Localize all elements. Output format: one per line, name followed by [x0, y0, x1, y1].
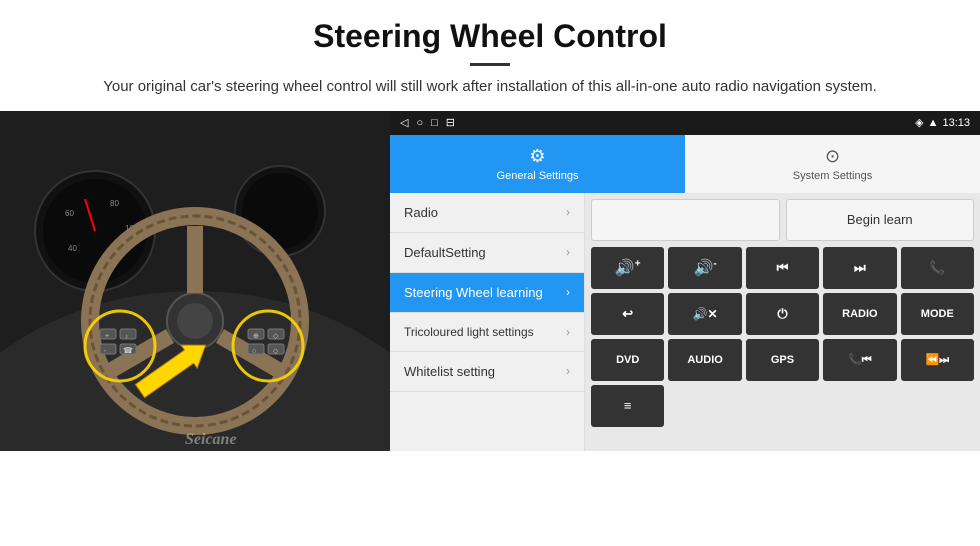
gps-button[interactable]: GPS [746, 339, 819, 381]
main-content: 60 80 100 40 [0, 111, 980, 451]
power-button[interactable]: ⏻ [746, 293, 819, 335]
chevron-icon: › [566, 364, 570, 378]
dvd-button[interactable]: DVD [591, 339, 664, 381]
vol-down-icon: 🔊- [693, 258, 716, 278]
prev-track-button[interactable]: ⏮ [746, 247, 819, 289]
back-call-button[interactable]: ↩ [591, 293, 664, 335]
home-nav-icon[interactable]: ○ [416, 117, 423, 129]
gps-label: GPS [771, 354, 794, 366]
call-prev-icon: 📞⏮ [848, 353, 872, 367]
chevron-icon: › [566, 325, 570, 339]
rew-fwd-button[interactable]: ⏪⏭ [901, 339, 974, 381]
tab-bar: ⚙ General Settings ⊙ System Settings [390, 135, 980, 193]
top-row: Begin learn [591, 199, 974, 241]
chevron-icon: › [566, 285, 570, 299]
svg-text:Seicane: Seicane [185, 431, 237, 448]
back-nav-icon[interactable]: ◁ [400, 116, 408, 129]
menu-item-tricoloured[interactable]: Tricoloured light settings › [390, 313, 584, 352]
mode-button[interactable]: MODE [901, 293, 974, 335]
left-menu: Radio › DefaultSetting › Steering Wheel … [390, 193, 585, 451]
mute-button[interactable]: 🔊✕ [668, 293, 741, 335]
svg-text:○: ○ [252, 348, 256, 355]
tab-system-settings[interactable]: ⊙ System Settings [685, 135, 980, 193]
vol-down-button[interactable]: 🔊- [668, 247, 741, 289]
right-controls: Begin learn 🔊+ 🔊- ⏮ [585, 193, 980, 451]
menu-tricoloured-label: Tricoloured light settings [404, 325, 534, 339]
mode-label: MODE [921, 308, 954, 320]
radio-label: RADIO [842, 308, 877, 320]
tab-general-settings[interactable]: ⚙ General Settings [390, 135, 685, 193]
next-track-button[interactable]: ⏭ [823, 247, 896, 289]
mute-icon: 🔊✕ [693, 307, 718, 321]
svg-text:⊕: ⊕ [253, 333, 259, 340]
chevron-icon: › [566, 205, 570, 219]
time-display: 13:13 [942, 117, 970, 129]
svg-text:60: 60 [65, 209, 74, 218]
prev-icon: ⏮ [777, 260, 789, 276]
recents-nav-icon[interactable]: □ [431, 117, 438, 129]
controls-grid: 🔊+ 🔊- ⏮ ⏭ 📞 [591, 247, 974, 427]
gps-icon: ◈ [915, 116, 923, 129]
tab-general-label: General Settings [497, 170, 579, 182]
dvd-label: DVD [616, 354, 639, 366]
svg-text:◇: ◇ [273, 348, 279, 355]
menu-radio-label: Radio [404, 205, 438, 220]
menu-item-steering-wheel[interactable]: Steering Wheel learning › [390, 273, 584, 313]
tab-system-label: System Settings [793, 170, 872, 182]
rew-fwd-icon: ⏪⏭ [925, 353, 949, 367]
page-container: Steering Wheel Control Your original car… [0, 0, 980, 451]
call-prev-button[interactable]: 📞⏮ [823, 339, 896, 381]
app-nav-icon[interactable]: ⊟ [446, 116, 455, 129]
begin-learn-button[interactable]: Begin learn [786, 199, 975, 241]
header-section: Steering Wheel Control Your original car… [0, 0, 980, 111]
svg-text:80: 80 [110, 199, 119, 208]
android-panel: ◁ ○ □ ⊟ ◈ ▲ 13:13 ⚙ General Settings [390, 111, 980, 451]
wifi-icon: ▲ [928, 117, 939, 129]
menu-item-default-setting[interactable]: DefaultSetting › [390, 233, 584, 273]
menu-default-label: DefaultSetting [404, 245, 486, 260]
general-settings-icon: ⚙ [529, 146, 545, 167]
vol-up-icon: 🔊+ [615, 258, 641, 278]
menu-steering-label: Steering Wheel learning [404, 285, 543, 300]
radio-button[interactable]: RADIO [823, 293, 896, 335]
empty-placeholder-box [591, 199, 780, 241]
call-icon: 📞 [929, 260, 945, 276]
svg-text:☎: ☎ [123, 346, 133, 355]
menu-icon: ≡ [624, 398, 632, 413]
audio-button[interactable]: AUDIO [668, 339, 741, 381]
system-settings-icon: ⊙ [825, 146, 840, 167]
svg-text:♪: ♪ [125, 334, 128, 340]
status-bar-nav: ◁ ○ □ ⊟ [400, 116, 455, 129]
svg-text:+: + [105, 333, 109, 340]
call-button[interactable]: 📞 [901, 247, 974, 289]
status-bar: ◁ ○ □ ⊟ ◈ ▲ 13:13 [390, 111, 980, 135]
menu-item-radio[interactable]: Radio › [390, 193, 584, 233]
header-subtitle: Your original car's steering wheel contr… [40, 76, 940, 99]
chevron-icon: › [566, 245, 570, 259]
back-call-icon: ↩ [622, 306, 633, 322]
menu-whitelist-label: Whitelist setting [404, 364, 495, 379]
menu-button[interactable]: ≡ [591, 385, 664, 427]
next-icon: ⏭ [854, 260, 866, 276]
svg-text:40: 40 [68, 244, 77, 253]
status-bar-info: ◈ ▲ 13:13 [915, 116, 970, 129]
audio-label: AUDIO [687, 354, 722, 366]
svg-text:◇: ◇ [273, 333, 279, 340]
page-title: Steering Wheel Control [40, 18, 940, 55]
menu-item-whitelist[interactable]: Whitelist setting › [390, 352, 584, 392]
title-divider [470, 63, 510, 66]
steering-wheel-photo: 60 80 100 40 [0, 111, 390, 451]
content-area: Radio › DefaultSetting › Steering Wheel … [390, 193, 980, 451]
vol-up-button[interactable]: 🔊+ [591, 247, 664, 289]
power-icon: ⏻ [777, 306, 787, 322]
